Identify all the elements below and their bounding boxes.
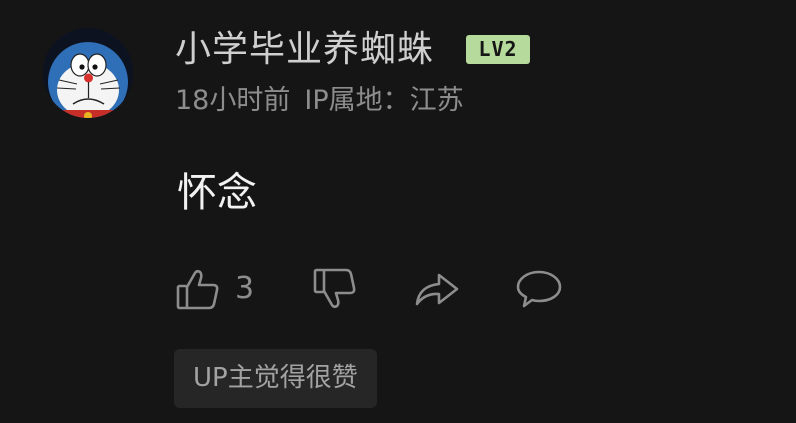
ip-location: IP属地：江苏 xyxy=(304,85,464,116)
comment-meta: 18小时前 IP属地：江苏 xyxy=(175,84,464,118)
comment-content: 怀念 xyxy=(177,170,257,216)
comment-time: 18小时前 xyxy=(175,85,291,116)
comment-actions: 3 xyxy=(175,262,595,316)
doraemon-avatar-icon xyxy=(43,28,133,118)
share-button[interactable] xyxy=(413,262,461,316)
thumbs-up-icon xyxy=(176,269,219,310)
thumbs-down-icon xyxy=(313,268,356,309)
like-button[interactable]: 3 xyxy=(175,262,254,316)
reply-icon xyxy=(516,270,562,308)
comment-item: 小学毕业养蜘蛛 LV2 18小时前 IP属地：江苏 怀念 3 UP主觉得很赞 xyxy=(0,0,796,423)
username[interactable]: 小学毕业养蜘蛛 xyxy=(175,28,434,72)
avatar[interactable] xyxy=(43,28,133,118)
share-icon xyxy=(415,273,459,306)
level-badge: LV2 xyxy=(466,35,530,64)
up-liked-badge: UP主觉得很赞 xyxy=(174,349,377,408)
dislike-button[interactable] xyxy=(312,262,358,316)
reply-button[interactable] xyxy=(515,262,563,316)
like-count: 3 xyxy=(235,271,255,306)
